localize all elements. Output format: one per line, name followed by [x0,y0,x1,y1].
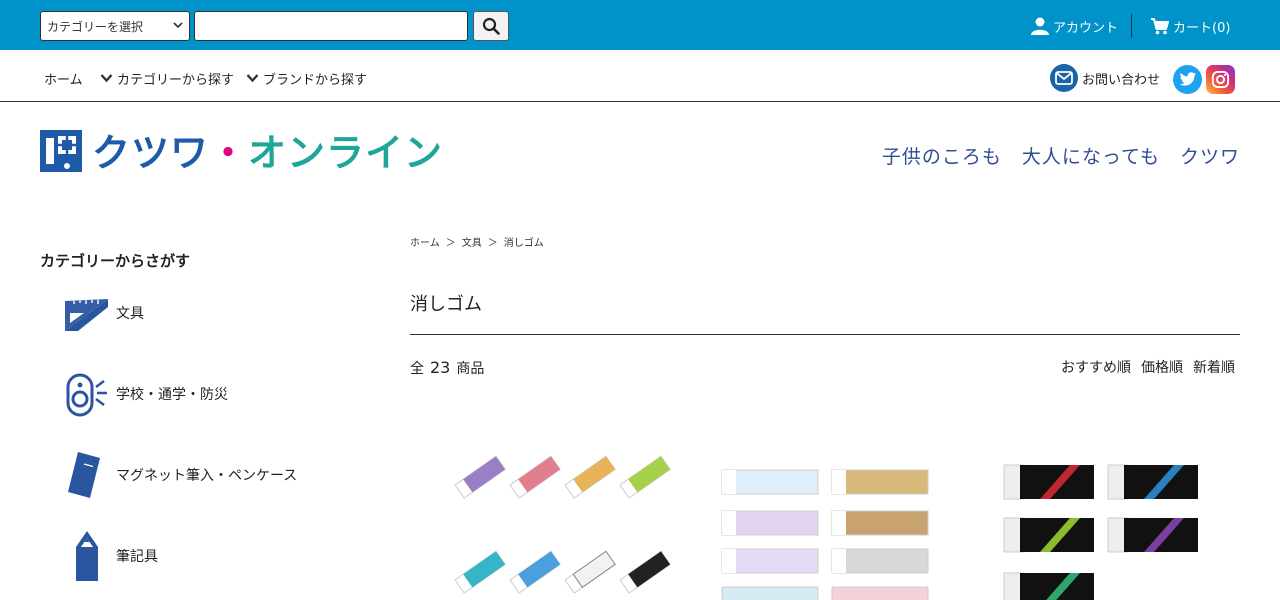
logo-text: クツワ・オンライン [92,130,443,176]
title-divider [410,334,1240,335]
sort-options: おすすめ順 価格順 新着順 [1061,357,1235,377]
sort-recommended[interactable]: おすすめ順 [1061,357,1131,377]
sidebar-item-label: 学校・通学・防災 [116,387,228,403]
alarm-buzzer-icon [64,371,110,417]
sidebar-item-label: 筆記具 [116,549,158,565]
product-image [721,469,929,600]
product-image [454,455,671,594]
cart-link[interactable]: カート(0) [1150,16,1230,36]
count-suffix: 商品 [456,361,485,377]
sidebar-item-label: 文具 [116,306,144,322]
nav-by-brand-label: ブランドから探す [263,73,368,88]
mail-icon [1050,64,1078,92]
sort-price[interactable]: 価格順 [1141,357,1183,377]
account-link[interactable]: アカウント [1030,16,1118,36]
nav-by-category[interactable]: カテゴリーから探す [100,69,234,88]
product-card[interactable] [445,455,685,600]
header-divider [1131,14,1132,38]
product-count: 全 23 商品 [410,358,484,378]
user-icon [1031,17,1049,35]
breadcrumb: ホーム ＞ 文具 ＞ 消しゴム [410,234,544,249]
category-select[interactable]: カテゴリーを選択 [40,11,190,41]
logo-text-teal: オンライン [248,131,444,175]
breadcrumb-separator: ＞ [445,238,456,249]
nav-by-brand[interactable]: ブランドから探す [246,69,367,88]
chevron-down-icon [100,72,113,86]
sidebar-item-writing[interactable]: 筆記具 [64,531,158,581]
twitter-icon[interactable] [1173,65,1202,94]
page-title: 消しゴム [410,294,482,315]
search-button[interactable] [473,11,509,41]
search-icon [482,17,500,35]
logo-dot: ・ [209,131,249,175]
top-bar: カテゴリーを選択 アカウント カート(0) [0,0,1280,50]
nav-home-label: ホーム [44,73,83,88]
contact-link[interactable]: お問い合わせ [1050,64,1160,92]
cart-icon [1151,18,1169,35]
pencase-icon [64,452,110,498]
nav-home[interactable]: ホーム [44,69,83,88]
logo-text-blue: クツワ [92,131,210,175]
category-select-value: カテゴリーを選択 [47,19,144,34]
sidebar-item-pencase[interactable]: マグネット筆入・ペンケース [64,452,297,498]
breadcrumb-separator: ＞ [487,238,498,249]
sidebar-item-stationery[interactable]: 文具 [64,290,144,336]
chevron-down-icon [246,72,259,86]
breadcrumb-home[interactable]: ホーム [410,234,440,249]
site-logo[interactable]: クツワ・オンライン [40,130,443,176]
sidebar-item-label: マグネット筆入・ペンケース [116,468,298,484]
tagline: 子供のころも 大人になっても クツワ [881,146,1240,168]
sort-newest[interactable]: 新着順 [1193,357,1235,377]
product-card[interactable] [718,455,958,600]
pencil-icon [64,531,110,581]
instagram-icon[interactable] [1206,65,1235,94]
logo-mark-icon [40,130,82,172]
account-label: アカウント [1053,20,1119,36]
contact-label: お問い合わせ [1082,72,1161,88]
count-value: 23 [430,358,451,377]
nav-by-category-label: カテゴリーから探す [117,73,235,88]
cart-label: カート(0) [1173,20,1231,36]
chevron-down-icon [173,21,183,32]
breadcrumb-stationery[interactable]: 文具 [462,234,482,249]
product-image [1003,464,1198,600]
search-input[interactable] [194,11,468,41]
count-prefix: 全 [410,361,424,377]
sidebar-title: カテゴリーからさがす [40,252,191,270]
nav-bar: ホーム カテゴリーから探す ブランドから探す お問い合わせ [0,50,1280,102]
ruler-triangle-icon [64,290,110,336]
sidebar-item-school[interactable]: 学校・通学・防災 [64,371,228,417]
breadcrumb-current: 消しゴム [503,238,544,249]
product-card[interactable] [1000,455,1240,600]
